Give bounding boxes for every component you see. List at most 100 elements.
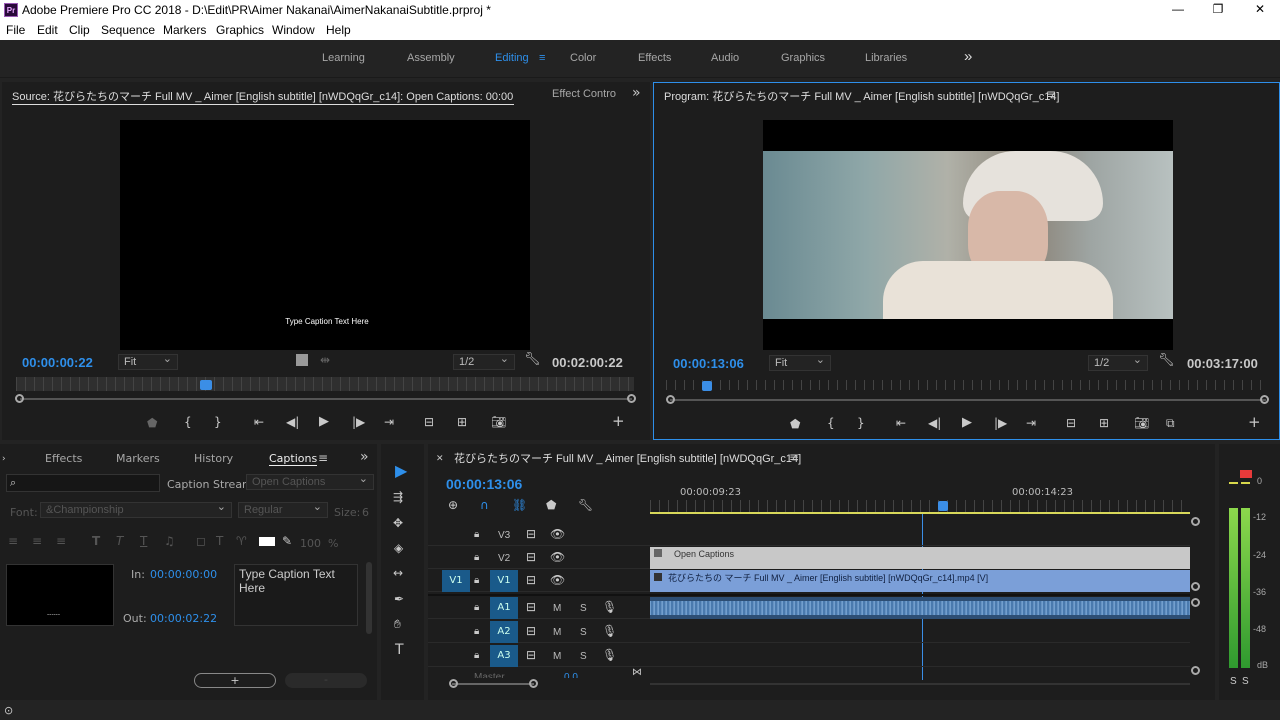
program-time-ruler[interactable]: [666, 380, 1266, 390]
sequence-tab[interactable]: 花びらたちのマーチ Full MV _ Aimer [English subti…: [454, 450, 801, 466]
go-to-in-icon[interactable]: ⇤: [254, 415, 264, 429]
track-label-v2[interactable]: V2: [498, 553, 510, 564]
insert-icon[interactable]: ⊟: [424, 415, 434, 429]
timeline-menu-icon[interactable]: ≡: [789, 450, 799, 464]
go-to-out-icon[interactable]: ⇥: [384, 415, 394, 429]
source-resolution-dropdown[interactable]: 1/2: [453, 352, 515, 370]
timeline-v-scroll-icon-2[interactable]: [1191, 582, 1200, 591]
step-forward-icon[interactable]: |▶: [352, 415, 365, 429]
lock-track-icon[interactable]: 🔒︎: [474, 625, 479, 639]
caption-text-field[interactable]: Type Caption Text Here: [234, 564, 358, 626]
mute-button[interactable]: M: [553, 651, 561, 662]
meter-clip-indicator[interactable]: [1240, 470, 1252, 478]
program-go-to-in-icon[interactable]: ⇤: [896, 416, 906, 430]
source-time-ruler[interactable]: [16, 377, 634, 391]
edge-color-icon[interactable]: ♈: [236, 534, 247, 548]
master-end-icon[interactable]: ⋈: [632, 666, 642, 680]
in-timecode[interactable]: 00:00:00:00: [150, 568, 217, 581]
source-patch-v1[interactable]: V1: [442, 570, 470, 592]
razor-tool-icon[interactable]: ◈: [394, 541, 403, 555]
size-value[interactable]: 6: [362, 506, 369, 519]
opacity-value[interactable]: 100: [300, 537, 321, 550]
more-workspaces-icon[interactable]: »: [964, 48, 972, 65]
workspace-audio[interactable]: Audio: [711, 52, 739, 64]
clip-audio-a1[interactable]: [650, 597, 1190, 619]
workspace-menu-icon[interactable]: ≡: [539, 52, 545, 64]
menu-window[interactable]: Window: [272, 23, 315, 37]
caption-list-scrollbar[interactable]: [366, 562, 372, 634]
hand-tool-icon[interactable]: ✋︎: [394, 617, 401, 631]
solo-right-button[interactable]: S: [1242, 676, 1249, 687]
source-timecode[interactable]: 00:00:00:22: [22, 355, 93, 370]
video-audio-divider[interactable]: [428, 594, 1190, 596]
captions-panel-menu-icon[interactable]: ≡: [318, 451, 328, 465]
track-label-a2[interactable]: A2: [490, 621, 518, 643]
minimize-button[interactable]: —: [1168, 2, 1188, 16]
close-sequence-icon[interactable]: ✕: [436, 452, 444, 466]
sync-lock-icon[interactable]: ⊟: [526, 648, 536, 662]
close-button[interactable]: ✕: [1250, 2, 1270, 16]
program-zoom-left-icon[interactable]: [666, 395, 675, 404]
play-icon[interactable]: ▶: [319, 415, 329, 429]
out-timecode[interactable]: 00:00:02:22: [150, 612, 217, 625]
track-label-a1[interactable]: A1: [490, 597, 518, 619]
add-caption-button[interactable]: +: [194, 673, 276, 688]
solo-button[interactable]: S: [580, 627, 587, 638]
program-button-editor-plus-icon[interactable]: +: [1248, 415, 1261, 430]
export-frame-camera-icon[interactable]: 📷︎: [491, 415, 506, 429]
slip-tool-icon[interactable]: ↔: [393, 566, 403, 580]
overwrite-icon[interactable]: ⊞: [457, 415, 467, 429]
italic-icon[interactable]: T: [116, 534, 123, 548]
ripple-edit-tool-icon[interactable]: ✥: [393, 516, 403, 530]
status-indicator-icon[interactable]: ⊙: [4, 704, 13, 718]
lock-track-icon[interactable]: 🔒︎: [474, 601, 479, 615]
master-volume[interactable]: 0.0: [564, 672, 578, 678]
timeline-h-scrollbar[interactable]: [650, 683, 1190, 685]
program-playhead-icon[interactable]: [702, 381, 712, 391]
sync-lock-icon[interactable]: ⊟: [526, 600, 536, 614]
bold-icon[interactable]: T: [92, 534, 100, 548]
timeline-v-scroll-icon-3[interactable]: [1191, 598, 1200, 607]
lock-track-icon[interactable]: 🔒︎: [474, 574, 479, 588]
menu-sequence[interactable]: Sequence: [101, 23, 155, 37]
program-step-forward-icon[interactable]: |▶: [994, 416, 1007, 430]
music-icon[interactable]: ♫: [164, 534, 175, 548]
program-camera-icon[interactable]: 📷︎: [1134, 416, 1149, 430]
toggle-output-eye-icon[interactable]: 👁︎: [550, 573, 565, 587]
sync-lock-icon[interactable]: ⊟: [526, 527, 536, 541]
header-scroll-left-icon[interactable]: [449, 679, 458, 688]
align-center-icon[interactable]: ≡: [32, 534, 42, 548]
menu-graphics[interactable]: Graphics: [216, 23, 264, 37]
program-resolution-dropdown[interactable]: 1/2: [1088, 353, 1148, 371]
selection-tool-icon[interactable]: ▶: [395, 463, 407, 479]
workspace-learning[interactable]: Learning: [322, 52, 365, 64]
drag-video-icon[interactable]: ⇹: [320, 353, 330, 367]
background-color-icon[interactable]: ◻: [196, 534, 206, 548]
settings-wrench-icon[interactable]: 🔧︎: [524, 353, 541, 367]
workspace-effects[interactable]: Effects: [638, 52, 671, 64]
program-add-marker-icon[interactable]: ⬟: [790, 417, 800, 431]
tab-markers[interactable]: Markers: [116, 452, 160, 465]
source-monitor-title[interactable]: Source: 花びらたちのマーチ Full MV _ Aimer [Engli…: [12, 88, 514, 105]
linked-selection-icon[interactable]: ⛓︎: [512, 498, 527, 512]
underline-icon[interactable]: T: [140, 534, 147, 548]
workspace-libraries[interactable]: Libraries: [865, 52, 907, 64]
mute-button[interactable]: M: [553, 627, 561, 638]
extract-icon[interactable]: ⊞: [1099, 416, 1109, 430]
program-play-icon[interactable]: ▶: [962, 416, 972, 430]
button-editor-plus-icon[interactable]: +: [612, 414, 625, 429]
caption-search-input[interactable]: ⌕: [6, 474, 160, 492]
type-tool-icon[interactable]: T: [395, 643, 404, 657]
caption-thumbnail[interactable]: ------: [6, 564, 114, 626]
mute-button[interactable]: M: [553, 603, 561, 614]
sync-lock-icon[interactable]: ⊟: [526, 573, 536, 587]
remove-caption-button[interactable]: -: [285, 673, 367, 688]
toggle-output-eye-icon[interactable]: 👁︎: [550, 550, 565, 564]
captions-panel-expand-icon[interactable]: »: [360, 450, 369, 464]
menu-help[interactable]: Help: [326, 23, 351, 37]
comparison-view-icon[interactable]: ⧉: [1166, 416, 1175, 430]
lift-icon[interactable]: ⊟: [1066, 416, 1076, 430]
menu-edit[interactable]: Edit: [37, 23, 58, 37]
sync-lock-icon[interactable]: ⊟: [526, 550, 536, 564]
safe-margins-icon[interactable]: [296, 354, 308, 366]
